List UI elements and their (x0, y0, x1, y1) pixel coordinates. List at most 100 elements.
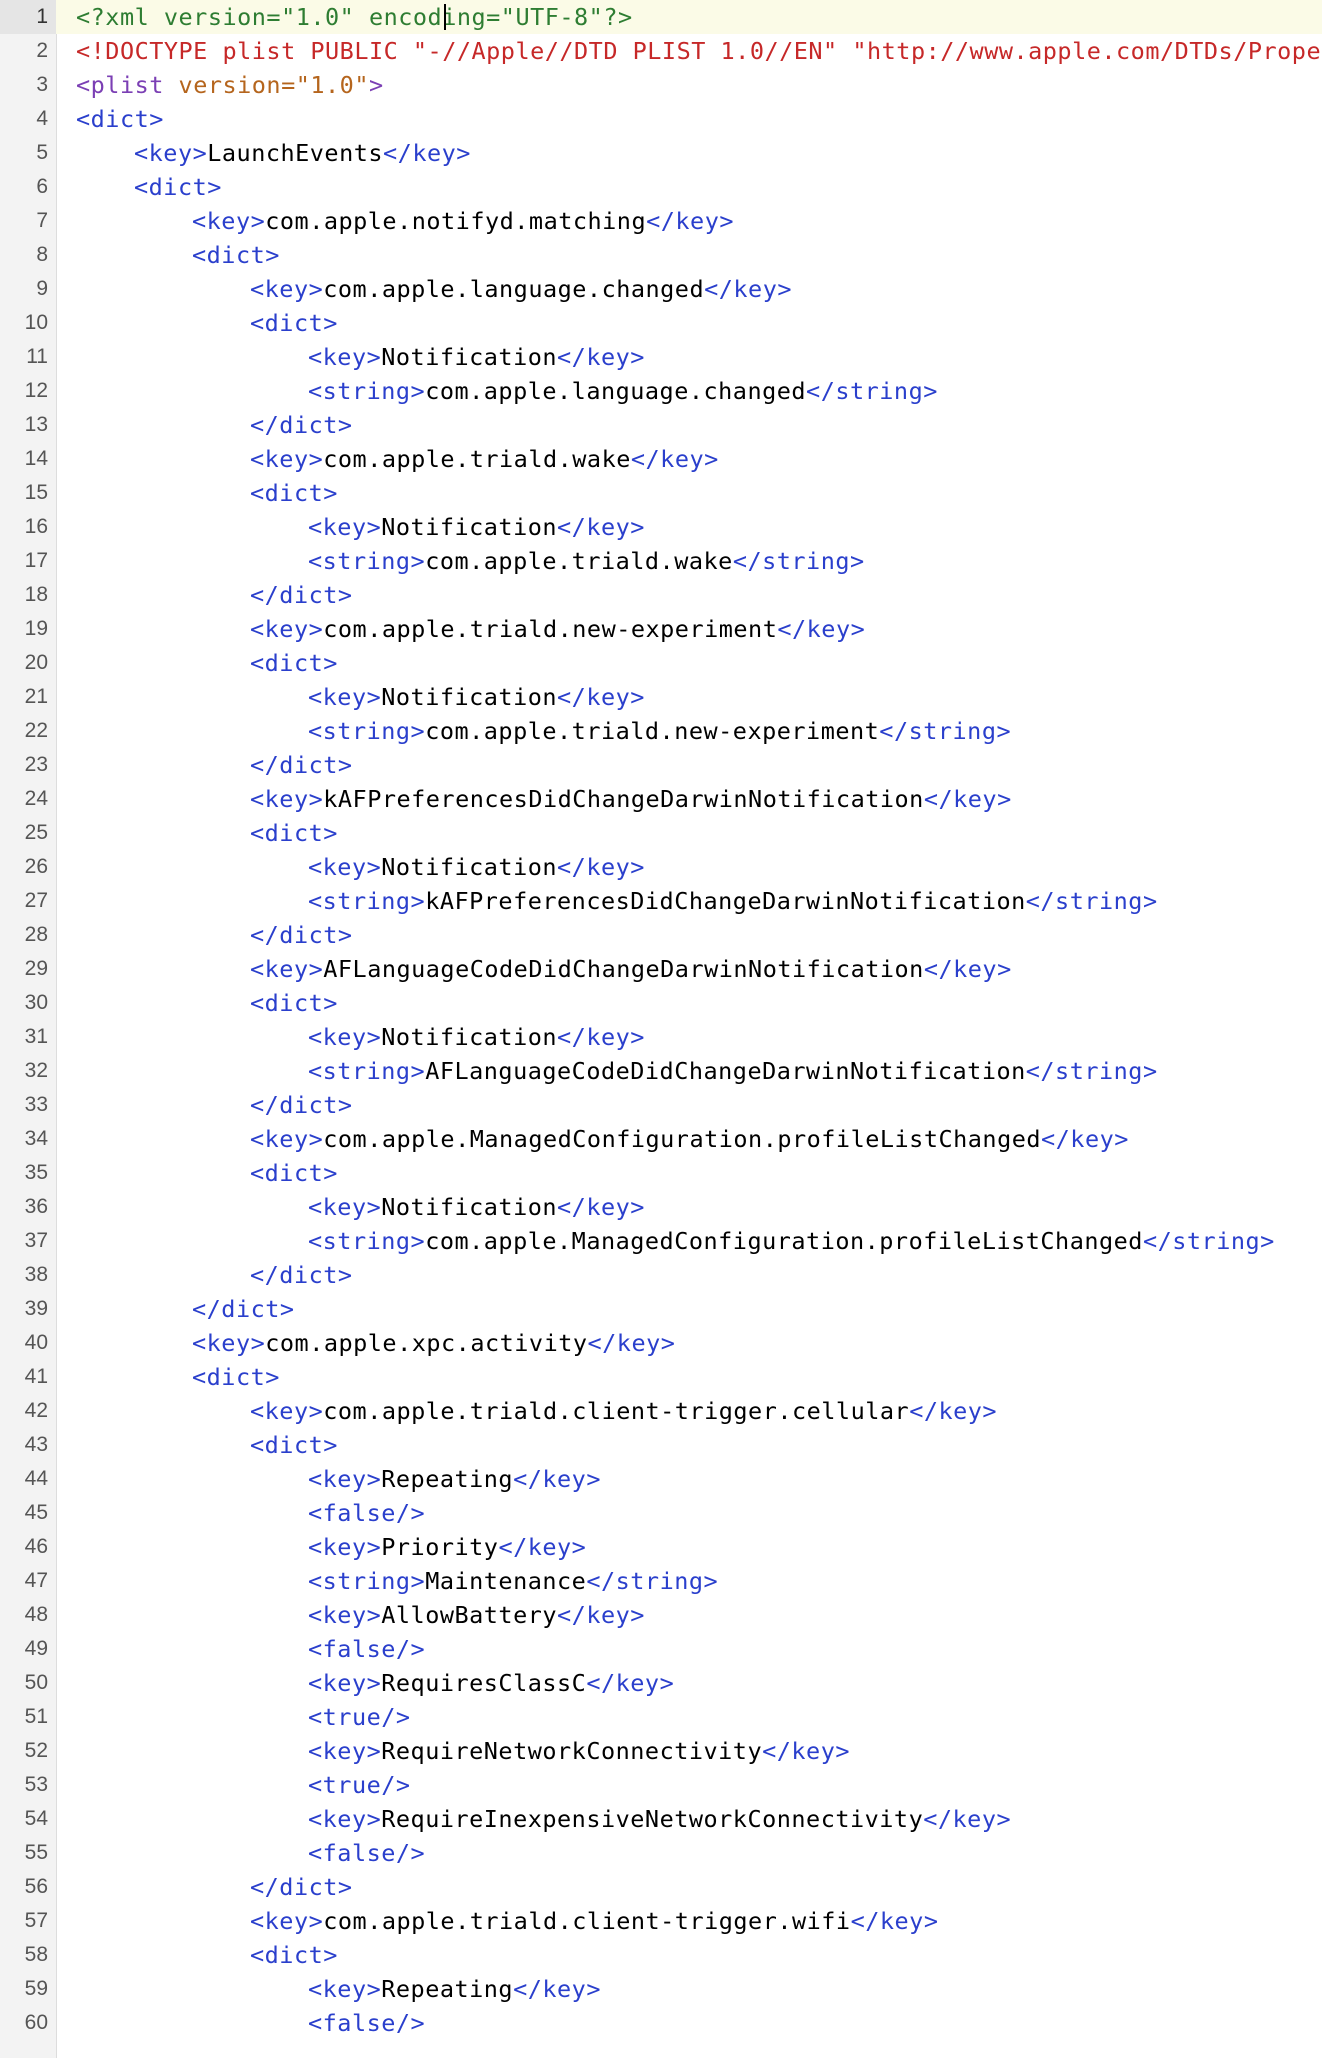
code-text[interactable]: <dict> (250, 1156, 338, 1190)
code-line[interactable]: 44 <key>Repeating</key> (0, 1462, 1322, 1496)
code-line[interactable]: 56 </dict> (0, 1870, 1322, 1904)
code-text[interactable]: <dict> (250, 646, 338, 680)
code-line[interactable]: 37 <string>com.apple.ManagedConfiguration… (0, 1224, 1322, 1258)
code-line[interactable]: 20 <dict> (0, 646, 1322, 680)
code-text[interactable]: <string>Maintenance</string> (308, 1564, 718, 1598)
code-line[interactable]: 27 <string>kAFPreferencesDidChangeDarwinN… (0, 884, 1322, 918)
code-text[interactable]: <!DOCTYPE plist PUBLIC "-//Apple//DTD PL… (76, 34, 1322, 68)
code-text[interactable]: <key>kAFPreferencesDidChangeDarwinNotifi… (250, 782, 1012, 816)
code-line[interactable]: 18 </dict> (0, 578, 1322, 612)
code-text[interactable]: <dict> (250, 476, 338, 510)
code-text[interactable]: <key>com.apple.triald.client-trigger.cel… (250, 1394, 997, 1428)
code-text[interactable]: <dict> (250, 1938, 338, 1972)
code-text[interactable]: <false/> (308, 2006, 425, 2040)
code-line[interactable]: 48 <key>AllowBattery</key> (0, 1598, 1322, 1632)
code-line[interactable]: 41 <dict> (0, 1360, 1322, 1394)
code-line[interactable]: 43 <dict> (0, 1428, 1322, 1462)
code-text[interactable]: <key>Notification</key> (308, 1020, 645, 1054)
code-line[interactable]: 34 <key>com.apple.ManagedConfiguration.pr… (0, 1122, 1322, 1156)
code-text[interactable]: <key>Notification</key> (308, 340, 645, 374)
code-line[interactable]: 31 <key>Notification</key> (0, 1020, 1322, 1054)
code-line[interactable]: 30 <dict> (0, 986, 1322, 1020)
code-line[interactable]: 7 <key>com.apple.notifyd.matching</key> (0, 204, 1322, 238)
code-text[interactable]: </dict> (192, 1292, 295, 1326)
code-text[interactable]: <key>Priority</key> (308, 1530, 586, 1564)
code-text[interactable]: <false/> (308, 1836, 425, 1870)
code-text[interactable]: <dict> (250, 816, 338, 850)
code-text[interactable]: <key>RequiresClassC</key> (308, 1666, 674, 1700)
code-text[interactable]: <string>com.apple.triald.new-experiment<… (308, 714, 1011, 748)
code-line[interactable]: 11 <key>Notification</key> (0, 340, 1322, 374)
code-text[interactable]: </dict> (250, 578, 353, 612)
code-text[interactable]: <key>com.apple.language.changed</key> (250, 272, 792, 306)
code-line[interactable]: 16 <key>Notification</key> (0, 510, 1322, 544)
code-text[interactable]: <dict> (192, 238, 280, 272)
code-line[interactable]: 60 <false/> (0, 2006, 1322, 2040)
code-text[interactable]: <dict> (134, 170, 222, 204)
code-line[interactable]: 40 <key>com.apple.xpc.activity</key> (0, 1326, 1322, 1360)
code-line[interactable]: 38 </dict> (0, 1258, 1322, 1292)
code-text[interactable]: <key>Notification</key> (308, 1190, 645, 1224)
code-line[interactable]: 21 <key>Notification</key> (0, 680, 1322, 714)
code-line[interactable]: 10 <dict> (0, 306, 1322, 340)
code-text[interactable]: <plist version="1.0"> (76, 68, 384, 102)
code-text[interactable]: </dict> (250, 1258, 353, 1292)
code-line[interactable]: 58 <dict> (0, 1938, 1322, 1972)
code-area[interactable]: 1 <?xml version="1.0" encoding="UTF-8"?> 2… (0, 0, 1322, 2040)
code-text[interactable]: <key>com.apple.ManagedConfiguration.prof… (250, 1122, 1129, 1156)
code-text[interactable]: <string>AFLanguageCodeDidChangeDarwinNot… (308, 1054, 1158, 1088)
code-line[interactable]: 46 <key>Priority</key> (0, 1530, 1322, 1564)
code-text[interactable]: <dict> (250, 986, 338, 1020)
code-line[interactable]: 33 </dict> (0, 1088, 1322, 1122)
code-text[interactable]: <key>com.apple.triald.client-trigger.wif… (250, 1904, 938, 1938)
code-line[interactable]: 47 <string>Maintenance</string> (0, 1564, 1322, 1598)
code-line[interactable]: 22 <string>com.apple.triald.new-experimen… (0, 714, 1322, 748)
code-line[interactable]: 53 <true/> (0, 1768, 1322, 1802)
code-text[interactable]: <key>RequireNetworkConnectivity</key> (308, 1734, 850, 1768)
code-line[interactable]: 6 <dict> (0, 170, 1322, 204)
code-text[interactable]: <key>AFLanguageCodeDidChangeDarwinNotifi… (250, 952, 1012, 986)
code-line[interactable]: 52 <key>RequireNetworkConnectivity</key> (0, 1734, 1322, 1768)
code-line[interactable]: 54 <key>RequireInexpensiveNetworkConnecti… (0, 1802, 1322, 1836)
code-text[interactable]: <key>Repeating</key> (308, 1972, 601, 2006)
code-text[interactable]: <dict> (250, 1428, 338, 1462)
code-text[interactable]: </dict> (250, 918, 353, 952)
code-line[interactable]: 39 </dict> (0, 1292, 1322, 1326)
code-text[interactable]: <key>Notification</key> (308, 850, 645, 884)
code-line[interactable]: 15 <dict> (0, 476, 1322, 510)
code-line[interactable]: 4 <dict> (0, 102, 1322, 136)
code-text[interactable]: <false/> (308, 1632, 425, 1666)
code-text[interactable]: <key>Repeating</key> (308, 1462, 601, 1496)
code-line[interactable]: 5 <key>LaunchEvents</key> (0, 136, 1322, 170)
code-line[interactable]: 32 <string>AFLanguageCodeDidChangeDarwinN… (0, 1054, 1322, 1088)
code-text[interactable]: <key>com.apple.notifyd.matching</key> (192, 204, 734, 238)
code-line[interactable]: 3 <plist version="1.0"> (0, 68, 1322, 102)
code-line[interactable]: 36 <key>Notification</key> (0, 1190, 1322, 1224)
code-text[interactable]: <dict> (192, 1360, 280, 1394)
code-line[interactable]: 26 <key>Notification</key> (0, 850, 1322, 884)
code-text[interactable]: <key>RequireInexpensiveNetworkConnectivi… (308, 1802, 1011, 1836)
code-line[interactable]: 12 <string>com.apple.language.changed</st… (0, 374, 1322, 408)
code-line[interactable]: 23 </dict> (0, 748, 1322, 782)
code-line[interactable]: 9 <key>com.apple.language.changed</key> (0, 272, 1322, 306)
code-text[interactable]: <dict> (250, 306, 338, 340)
code-text[interactable]: <key>com.apple.triald.wake</key> (250, 442, 719, 476)
code-line[interactable]: 14 <key>com.apple.triald.wake</key> (0, 442, 1322, 476)
code-text[interactable]: <key>com.apple.triald.new-experiment</ke… (250, 612, 865, 646)
code-text[interactable]: <string>com.apple.triald.wake</string> (308, 544, 865, 578)
code-line[interactable]: 50 <key>RequiresClassC</key> (0, 1666, 1322, 1700)
code-line[interactable]: 13 </dict> (0, 408, 1322, 442)
code-text[interactable]: <dict> (76, 102, 164, 136)
code-text[interactable]: <string>com.apple.ManagedConfiguration.p… (308, 1224, 1275, 1258)
code-line[interactable]: 25 <dict> (0, 816, 1322, 850)
code-line[interactable]: 57 <key>com.apple.triald.client-trigger.w… (0, 1904, 1322, 1938)
code-text[interactable]: <?xml version="1.0" encoding="UTF-8"?> (76, 0, 633, 34)
code-line[interactable]: 42 <key>com.apple.triald.client-trigger.c… (0, 1394, 1322, 1428)
code-text[interactable]: <key>Notification</key> (308, 510, 645, 544)
code-line[interactable]: 35 <dict> (0, 1156, 1322, 1190)
code-editor[interactable]: 1 <?xml version="1.0" encoding="UTF-8"?> 2… (0, 0, 1322, 2058)
code-text[interactable]: <key>LaunchEvents</key> (134, 136, 471, 170)
code-line[interactable]: 2 <!DOCTYPE plist PUBLIC "-//Apple//DTD P… (0, 34, 1322, 68)
code-line[interactable]: 45 <false/> (0, 1496, 1322, 1530)
code-text[interactable]: <false/> (308, 1496, 425, 1530)
